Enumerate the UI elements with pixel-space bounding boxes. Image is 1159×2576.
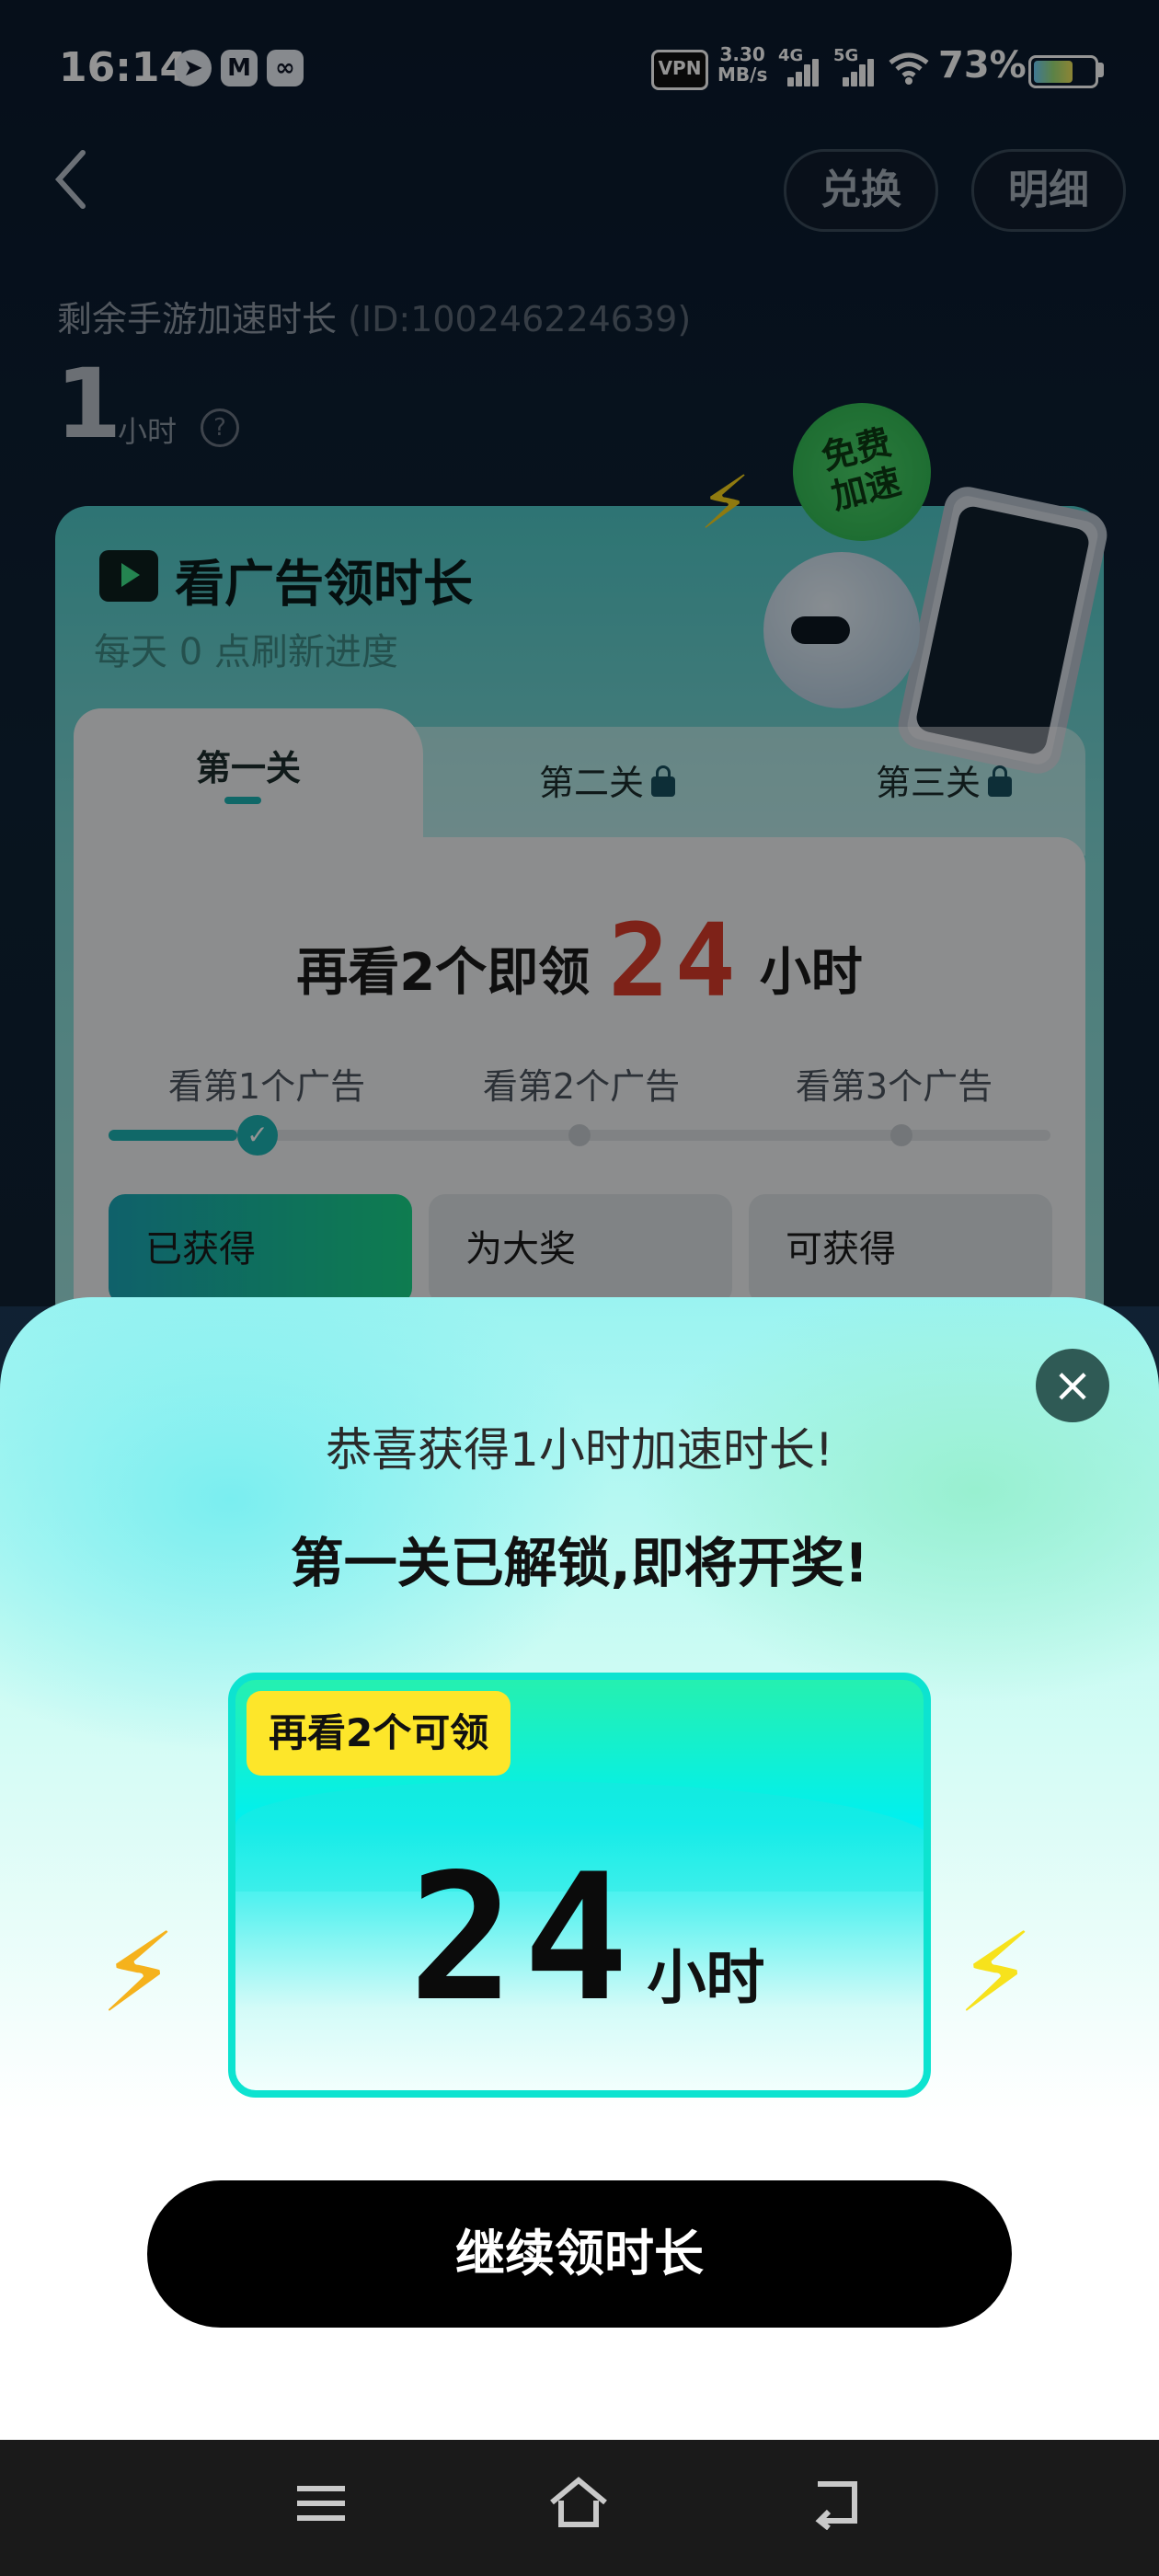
modal-backdrop[interactable] — [0, 0, 1159, 1306]
continue-button[interactable]: 继续领时长 — [147, 2180, 1012, 2328]
menu-icon[interactable] — [289, 2475, 353, 2539]
close-button[interactable]: × — [1036, 1349, 1109, 1422]
reward-amount: 24 小时 — [235, 1836, 924, 2040]
back-icon[interactable] — [804, 2475, 868, 2539]
reward-unit: 小时 — [647, 1945, 765, 2013]
lightning-icon: ⚡ — [99, 1910, 178, 2038]
lightning-icon: ⚡ — [957, 1910, 1035, 2038]
reward-number: 24 — [408, 1836, 638, 2040]
level-unlocked-text: 第一关已解锁,即将开奖! — [290, 1532, 869, 1594]
reward-tag: 再看2个可领 — [247, 1691, 511, 1776]
reward-card: 再看2个可领 24 小时 — [228, 1673, 931, 2098]
congrats-text: 恭喜获得1小时加速时长! — [326, 1423, 833, 1477]
home-icon[interactable] — [546, 2475, 611, 2539]
